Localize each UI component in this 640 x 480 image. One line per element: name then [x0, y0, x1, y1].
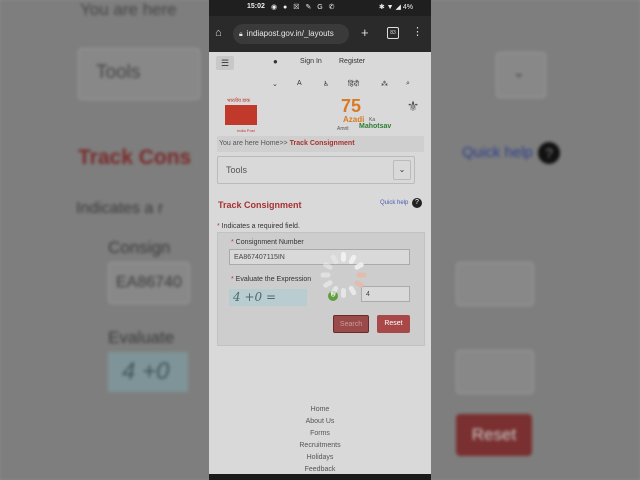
- captcha-answer-input[interactable]: 4: [361, 286, 410, 302]
- status-bar: 15:02 ◉ ● ☒ ✎ G ✆ ✱ ▼ ◢ 4%: [209, 0, 431, 16]
- tools-label: Tools: [226, 165, 248, 175]
- bg-indicates: Indicates a r: [76, 200, 164, 217]
- search-icon[interactable]: ⌕: [406, 80, 410, 88]
- india-post-logo[interactable]: भारतीय डाक India Post: [223, 98, 261, 133]
- loading-spinner-icon: [320, 252, 367, 298]
- sitemap-icon[interactable]: ⁂: [381, 80, 388, 88]
- footer-link-home[interactable]: Home: [209, 406, 431, 413]
- breadcrumb-current: Track Consignment: [289, 140, 355, 147]
- search-button[interactable]: Search: [333, 315, 369, 333]
- footer-link-forms[interactable]: Forms: [209, 430, 431, 437]
- bg-consign: Consign: [108, 238, 171, 257]
- bg-evaluate: Evaluate: [108, 328, 175, 347]
- bg-tools: Tools: [96, 62, 141, 83]
- browser-toolbar: ⌂ 🔒︎ indiapost.gov.in/_layouts + 83 ⋮: [209, 16, 431, 52]
- register-link[interactable]: Register: [339, 58, 365, 65]
- mahotsav-word: Mahotsav: [359, 123, 392, 130]
- lock-icon: 🔒︎: [239, 31, 243, 38]
- sign-in-link[interactable]: Sign In: [300, 58, 322, 65]
- india-post-hindi-text: भारतीय डाक: [227, 98, 251, 104]
- browser-menu-icon[interactable]: ⋮: [412, 25, 423, 38]
- system-nav-bar: [209, 474, 431, 480]
- bg-right-box: [456, 262, 534, 306]
- breadcrumb: You are here Home>> Track Consignment: [217, 136, 424, 152]
- footer-link-recruitments[interactable]: Recruitments: [209, 442, 431, 449]
- bg-help-icon: ?: [538, 142, 560, 164]
- bg-captcha: 4 +0: [108, 352, 188, 392]
- notification-icons: ◉ ● ☒ ✎ G ✆: [271, 4, 337, 11]
- bg-chevron-icon: ⌄: [513, 64, 525, 80]
- tools-dropdown[interactable]: Tools ⌄: [217, 156, 415, 184]
- bg-track: Track Cons: [78, 146, 192, 169]
- status-time: 15:02: [247, 3, 265, 10]
- consignment-label: * Consignment Number: [231, 239, 304, 246]
- tab-switcher-button[interactable]: 83: [387, 27, 399, 39]
- new-tab-icon[interactable]: +: [361, 25, 369, 40]
- required-note: * Indicates a required field.: [217, 223, 300, 230]
- bg-consign-value: EA86740: [116, 274, 182, 291]
- azadi-ka-amrit-mahotsav-logo: 75 Azadi Amrit Ka Mahotsav: [337, 96, 399, 132]
- consignment-number-input[interactable]: EA867407115IN: [229, 249, 410, 265]
- amrit-word: Amrit: [337, 126, 349, 132]
- footer-link-about-us[interactable]: About Us: [209, 418, 431, 425]
- accessibility-icon[interactable]: ♿︎: [323, 80, 329, 88]
- captcha-image: 4 +0 =: [229, 289, 307, 306]
- site-header: ☰ ● Sign In Register ⌄ A ♿︎ हिंदी ⁂ ⌕: [209, 52, 431, 94]
- help-icon[interactable]: ?: [412, 198, 422, 208]
- user-icon: ●: [273, 57, 278, 66]
- chevron-down-icon[interactable]: ⌄: [272, 80, 278, 88]
- bg-you-are-here: You are here: [80, 0, 177, 19]
- national-emblem-icon: ⚜: [406, 98, 420, 114]
- text-size-icon[interactable]: A: [297, 80, 302, 87]
- expression-label: * Evaluate the Expression: [231, 276, 312, 283]
- india-post-english-text: India Post: [237, 128, 255, 133]
- breadcrumb-prefix[interactable]: You are here Home>>: [219, 140, 290, 147]
- web-content: ☰ ● Sign In Register ⌄ A ♿︎ हिंदी ⁂ ⌕ भा…: [209, 52, 431, 480]
- india-post-emblem-icon: [225, 105, 257, 125]
- bg-answer-box: [456, 350, 534, 394]
- footer-link-feedback[interactable]: Feedback: [209, 466, 431, 473]
- url-bar[interactable]: 🔒︎ indiapost.gov.in/_layouts: [233, 24, 349, 44]
- quick-help-link[interactable]: Quick help: [380, 200, 408, 206]
- page-title: Track Consignment: [218, 200, 302, 210]
- footer-link-holidays[interactable]: Holidays: [209, 454, 431, 461]
- status-right-icons: ✱ ▼ ◢ 4%: [378, 4, 413, 11]
- battery-level: 4%: [402, 4, 413, 11]
- hindi-language-link[interactable]: हिंदी: [348, 80, 359, 89]
- reset-button[interactable]: Reset: [377, 315, 410, 333]
- phone-screen: 15:02 ◉ ● ☒ ✎ G ✆ ✱ ▼ ◢ 4% ⌂ 🔒︎ indiapost…: [209, 0, 431, 480]
- bg-reset: Reset: [456, 414, 532, 456]
- azadi-number: 75: [341, 96, 362, 116]
- chevron-down-icon[interactable]: ⌄: [393, 160, 411, 180]
- logo-strip: भारतीय डाक India Post 75 Azadi Amrit Ka …: [209, 94, 431, 138]
- bg-quick-help: Quick help: [462, 144, 533, 161]
- url-text: indiapost.gov.in/_layouts: [246, 29, 334, 38]
- hamburger-menu-button[interactable]: ☰: [216, 56, 234, 70]
- home-icon[interactable]: ⌂: [215, 27, 227, 39]
